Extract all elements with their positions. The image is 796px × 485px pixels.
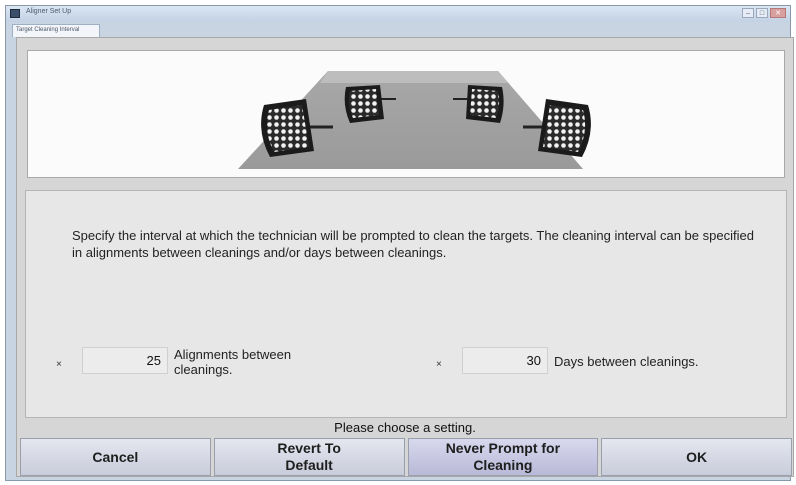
maximize-icon[interactable]: □ — [756, 8, 768, 18]
ok-button-label: OK — [686, 448, 708, 465]
window-controls: – □ ✕ — [742, 8, 786, 18]
alignments-marker: × — [56, 359, 62, 370]
settings-content: Specify the interval at which the techni… — [16, 37, 794, 477]
never-prompt-button[interactable]: Never Prompt for Cleaning — [407, 438, 599, 476]
cancel-button[interactable]: Cancel — [20, 438, 211, 476]
window-title: Aligner Set Up — [26, 8, 72, 15]
ok-button[interactable]: OK — [601, 438, 792, 476]
minimize-icon[interactable]: – — [742, 8, 754, 18]
days-marker: × — [436, 359, 442, 370]
days-input[interactable]: 30 — [462, 347, 548, 374]
status-message: Please choose a setting. — [334, 420, 476, 435]
tab-target-cleaning-interval[interactable]: Target Cleaning Interval — [12, 24, 100, 37]
revert-to-default-button[interactable]: Revert To Default — [213, 438, 405, 476]
description-panel: Specify the interval at which the techni… — [25, 190, 787, 418]
aligner-setup-window: Aligner Set Up – □ ✕ Target Cleaning Int… — [5, 5, 794, 481]
interval-description: Specify the interval at which the techni… — [72, 228, 754, 260]
alignments-input[interactable]: 25 — [82, 347, 168, 374]
wheel-targets-illustration — [238, 71, 591, 169]
title-bar: Aligner Set Up – □ ✕ — [6, 6, 790, 22]
button-bar: Cancel Revert To Default Never Prompt fo… — [20, 438, 792, 476]
revert-button-label: Revert To Default — [277, 440, 341, 473]
never-prompt-button-label: Never Prompt for Cleaning — [445, 440, 561, 473]
close-icon[interactable]: ✕ — [770, 8, 786, 18]
illustration-panel — [27, 50, 785, 178]
aligner-app-icon — [10, 9, 20, 18]
alignments-label: Alignments between cleanings. — [174, 347, 292, 377]
days-label: Days between cleanings. — [554, 354, 699, 369]
cancel-button-label: Cancel — [92, 448, 139, 465]
